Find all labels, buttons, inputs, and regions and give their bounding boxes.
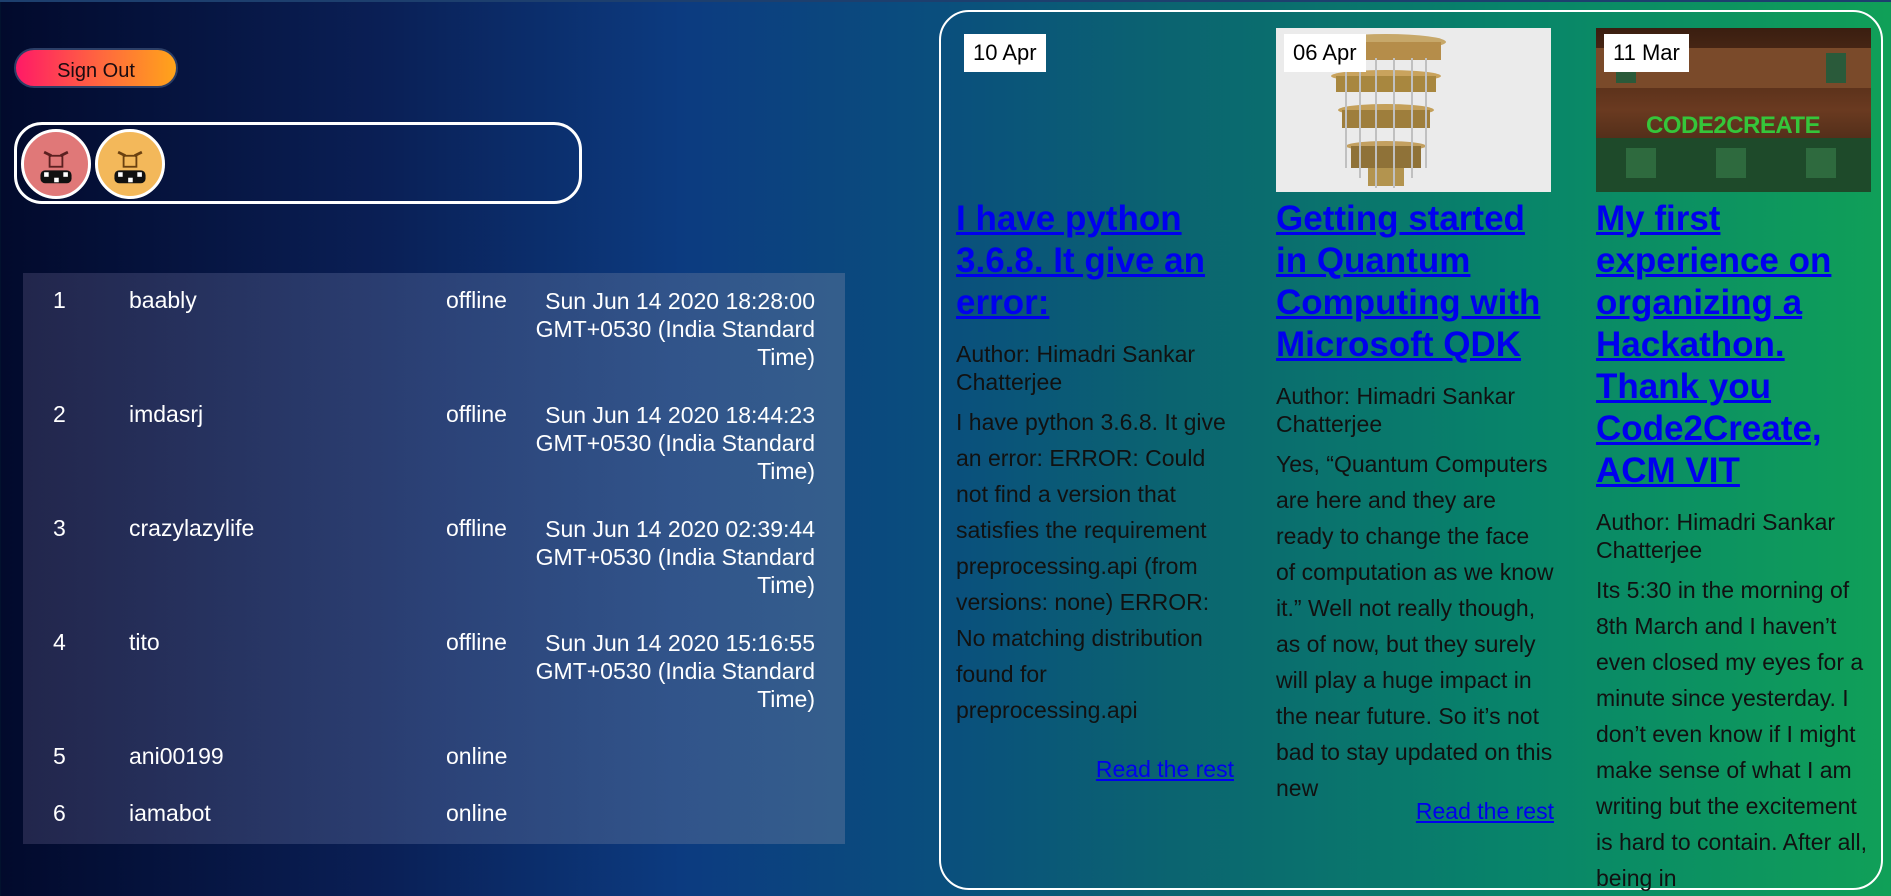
last-seen: Sun Jun 14 2020 18:44:23 GMT+0530 (India…	[535, 402, 815, 484]
username: crazylazylife	[129, 515, 255, 541]
robot-face-icon	[98, 132, 162, 196]
post-author: Author: Himadri Sankar Chatterjee	[1276, 383, 1516, 437]
rank: 1	[53, 287, 66, 313]
username: ani00199	[129, 743, 224, 769]
status-text: online	[446, 743, 508, 769]
post-date: 06 Apr	[1284, 34, 1366, 72]
username: tito	[129, 629, 160, 655]
post-date: 11 Mar	[1604, 34, 1689, 72]
robot-face-icon	[24, 132, 88, 196]
avatar[interactable]	[21, 129, 91, 199]
post-image: 06 Apr	[1276, 28, 1551, 192]
username: imdasrj	[129, 401, 204, 427]
status-text: offline	[446, 629, 507, 655]
username: baably	[129, 287, 197, 313]
post-excerpt: Its 5:30 in the morning of 8th March and…	[1596, 577, 1868, 891]
post-excerpt: I have python 3.6.8. It give an error: E…	[956, 409, 1226, 723]
post-image: CODE2CREATE 11 Mar	[1596, 28, 1871, 192]
code2create-logo: CODE2CREATE	[1646, 112, 1821, 139]
rank: 5	[53, 743, 66, 769]
status-text: online	[446, 800, 508, 826]
active-users-bar	[14, 122, 582, 204]
post-author: Author: Himadri Sankar Chatterjee	[1596, 509, 1836, 563]
post-author: Author: Himadri Sankar Chatterjee	[956, 341, 1196, 395]
username: iamabot	[129, 800, 211, 826]
status-text: offline	[446, 401, 507, 427]
avatar[interactable]	[95, 129, 165, 199]
last-seen: Sun Jun 14 2020 15:16:55 GMT+0530 (India…	[535, 630, 815, 712]
users-table: 1 baably offline Sun Jun 14 2020 18:28:0…	[23, 273, 845, 844]
post-title-link[interactable]: Getting started in Quantum Computing wit…	[1276, 198, 1554, 366]
status-text: offline	[446, 287, 507, 313]
status-text: offline	[446, 515, 507, 541]
top-border	[0, 0, 1891, 2]
post-image: 10 Apr	[956, 28, 1231, 192]
sign-out-button[interactable]: Sign Out	[14, 48, 178, 88]
last-seen: Sun Jun 14 2020 02:39:44 GMT+0530 (India…	[535, 516, 815, 598]
post-excerpt: Yes, “Quantum Computers are here and the…	[1276, 451, 1554, 801]
rank: 3	[53, 515, 66, 541]
last-seen: Sun Jun 14 2020 18:28:00 GMT+0530 (India…	[535, 288, 815, 370]
post-title-link[interactable]: I have python 3.6.8. It give an error:	[956, 198, 1234, 324]
post-title-link[interactable]: My first experience on organizing a Hack…	[1596, 198, 1874, 492]
post-date: 10 Apr	[964, 34, 1046, 72]
rank: 4	[53, 629, 66, 655]
blog-panel: 10 Apr I have python 3.6.8. It give an e…	[939, 10, 1883, 891]
rank: 6	[53, 800, 66, 826]
read-more-link[interactable]: Read the rest	[1416, 798, 1554, 825]
read-more-link[interactable]: Read the rest	[1096, 756, 1234, 783]
rank: 2	[53, 401, 66, 427]
